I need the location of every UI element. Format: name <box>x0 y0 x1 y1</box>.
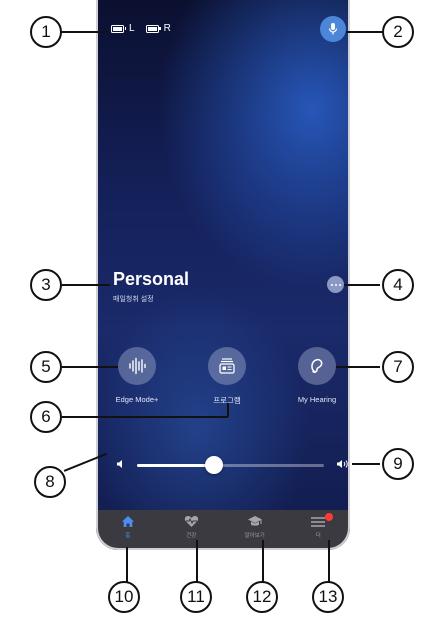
nav-home-label: 홈 <box>125 533 131 539</box>
program-button[interactable] <box>208 347 246 385</box>
app-screen: L R Personal 매일청취 설정 Edge Mode+ 프로그램 My … <box>96 0 350 550</box>
microphone-button[interactable] <box>320 16 346 42</box>
bottom-navigation: 홈 건강 알아보기 더 <box>96 510 350 550</box>
volume-slider-fill <box>137 464 214 467</box>
home-icon <box>121 516 134 527</box>
leader-12 <box>262 540 264 585</box>
nav-health[interactable]: 건강 <box>160 510 224 550</box>
leader-2 <box>346 31 382 33</box>
callout-3: 3 <box>30 269 62 301</box>
nav-health-label: 건강 <box>186 533 197 539</box>
callout-9: 9 <box>382 448 414 480</box>
menu-icon <box>311 517 326 527</box>
leader-3 <box>62 284 110 286</box>
notification-badge <box>324 513 333 521</box>
volume-slider-thumb[interactable] <box>204 456 223 474</box>
volume-slider[interactable] <box>137 456 324 474</box>
callout-6: 6 <box>30 401 62 433</box>
callout-1: 1 <box>30 16 62 48</box>
callout-11: 11 <box>180 581 212 613</box>
program-cards-icon <box>219 358 235 374</box>
callout-2: 2 <box>382 16 414 48</box>
leader-4 <box>344 284 380 286</box>
leader-5 <box>62 366 118 368</box>
microphone-icon <box>328 23 338 35</box>
callout-4: 4 <box>382 269 414 301</box>
edge-mode-button[interactable] <box>118 347 156 385</box>
leader-6 <box>62 416 228 418</box>
leader-10 <box>126 547 128 585</box>
leader-13 <box>328 540 330 585</box>
callout-13: 13 <box>312 581 344 613</box>
callout-7: 7 <box>382 351 414 383</box>
callout-12: 12 <box>246 581 278 613</box>
leader-9 <box>352 463 380 465</box>
waveform-icon <box>129 357 146 375</box>
more-icon <box>330 283 341 286</box>
nav-home[interactable]: 홈 <box>96 510 160 550</box>
volume-high-icon[interactable] <box>336 459 350 469</box>
leader-11 <box>196 540 198 585</box>
program-title: Personal <box>113 269 190 289</box>
program-subtitle: 매일청취 설정 <box>113 296 154 303</box>
ear-icon <box>311 358 323 373</box>
right-battery-label: R <box>163 23 171 34</box>
leader-6-vertical <box>227 403 229 417</box>
left-battery-label: L <box>129 23 135 34</box>
nav-more-label: 더 <box>315 533 321 539</box>
nav-learn[interactable]: 알아보기 <box>223 510 287 550</box>
leader-1 <box>60 31 108 33</box>
callout-10: 10 <box>108 581 140 613</box>
heart-pulse-icon <box>184 516 198 527</box>
nav-learn-label: 알아보기 <box>244 533 265 539</box>
my-hearing-button[interactable] <box>298 347 336 385</box>
left-battery-icon <box>111 24 126 33</box>
battery-status: L R <box>111 23 177 34</box>
volume-low-icon[interactable] <box>116 459 126 469</box>
edge-mode-label: Edge Mode+ <box>115 395 159 404</box>
more-options-button[interactable] <box>327 276 344 293</box>
my-hearing-label: My Hearing <box>297 395 337 404</box>
nav-more[interactable]: 더 <box>287 510 351 550</box>
callout-5: 5 <box>30 351 62 383</box>
callout-8: 8 <box>34 466 66 498</box>
right-battery-icon <box>145 24 161 33</box>
leader-7 <box>336 366 380 368</box>
graduation-cap-icon <box>247 516 262 526</box>
